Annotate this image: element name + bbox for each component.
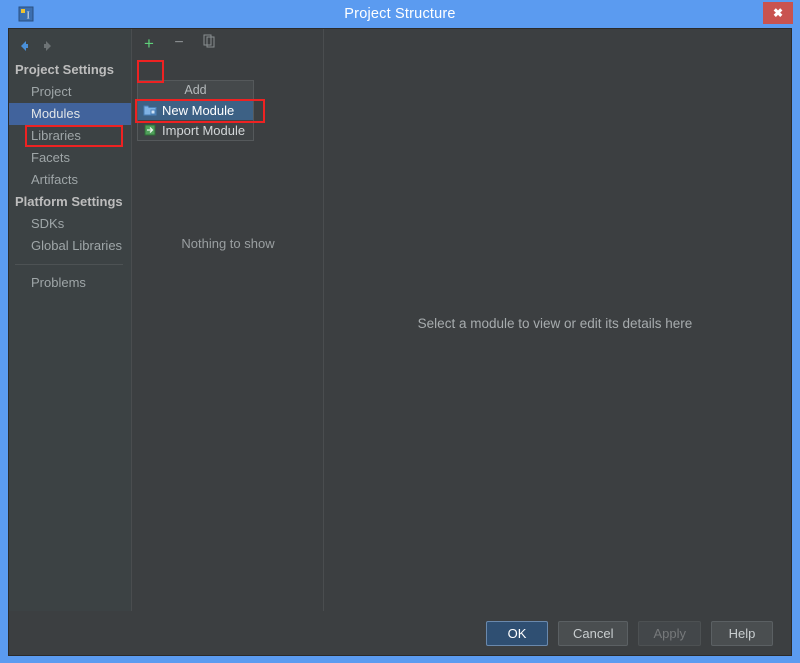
dialog-button-bar: OK Cancel Apply Help bbox=[9, 611, 791, 655]
add-module-button[interactable]: + bbox=[140, 34, 158, 52]
forward-arrow-icon[interactable] bbox=[41, 39, 55, 53]
settings-tree: Project Settings Project Modules Librari… bbox=[9, 59, 131, 294]
tree-group-platform-settings: Platform Settings bbox=[15, 194, 123, 209]
settings-sidebar: Project Settings Project Modules Librari… bbox=[9, 29, 131, 611]
menu-item-new-module[interactable]: New Module bbox=[138, 100, 253, 120]
navigation-buttons bbox=[17, 35, 77, 57]
sidebar-item-facets[interactable]: Facets bbox=[9, 147, 131, 169]
sidebar-item-modules[interactable]: Modules bbox=[9, 103, 131, 125]
module-details-hint: Select a module to view or edit its deta… bbox=[417, 316, 693, 331]
sidebar-item-project[interactable]: Project bbox=[9, 81, 131, 103]
sidebar-item-global-libraries[interactable]: Global Libraries bbox=[9, 235, 131, 257]
module-details-panel: Select a module to view or edit its deta… bbox=[323, 29, 791, 611]
tree-group-project-settings: Project Settings bbox=[15, 62, 114, 77]
sidebar-item-problems[interactable]: Problems bbox=[9, 272, 131, 294]
project-structure-dialog: I Project Structure ✖ Project Settings P… bbox=[0, 0, 800, 663]
remove-module-button[interactable]: − bbox=[170, 34, 188, 52]
help-button[interactable]: Help bbox=[711, 620, 773, 646]
apply-button: Apply bbox=[638, 620, 701, 646]
empty-state-text: Nothing to show bbox=[181, 236, 275, 251]
close-icon: ✖ bbox=[772, 6, 784, 20]
sidebar-item-sdks[interactable]: SDKs bbox=[9, 213, 131, 235]
dialog-body: Project Settings Project Modules Librari… bbox=[8, 28, 792, 656]
modules-toolbar: + − bbox=[132, 29, 324, 57]
copy-module-button[interactable] bbox=[200, 34, 218, 52]
copy-icon bbox=[202, 34, 216, 53]
minus-icon: − bbox=[174, 34, 184, 51]
cancel-button[interactable]: Cancel bbox=[558, 620, 629, 646]
menu-item-import-module[interactable]: Import Module bbox=[138, 120, 253, 140]
menu-item-label: Import Module bbox=[162, 122, 246, 138]
close-button[interactable]: ✖ bbox=[763, 2, 793, 24]
menu-item-label: New Module bbox=[162, 102, 235, 118]
sidebar-item-libraries[interactable]: Libraries bbox=[9, 125, 131, 147]
plus-icon: + bbox=[144, 33, 154, 53]
window-title: Project Structure bbox=[344, 6, 456, 22]
sidebar-item-artifacts[interactable]: Artifacts bbox=[9, 169, 131, 191]
back-arrow-icon[interactable] bbox=[17, 39, 31, 53]
add-dropdown-menu: Add New Module Import Module bbox=[137, 80, 254, 141]
import-module-icon bbox=[143, 123, 157, 137]
menu-header-add: Add bbox=[138, 81, 253, 100]
ok-button[interactable]: OK bbox=[486, 620, 548, 646]
tree-separator bbox=[15, 264, 123, 265]
title-bar: I Project Structure ✖ bbox=[0, 0, 800, 28]
new-module-folder-icon bbox=[143, 103, 157, 117]
